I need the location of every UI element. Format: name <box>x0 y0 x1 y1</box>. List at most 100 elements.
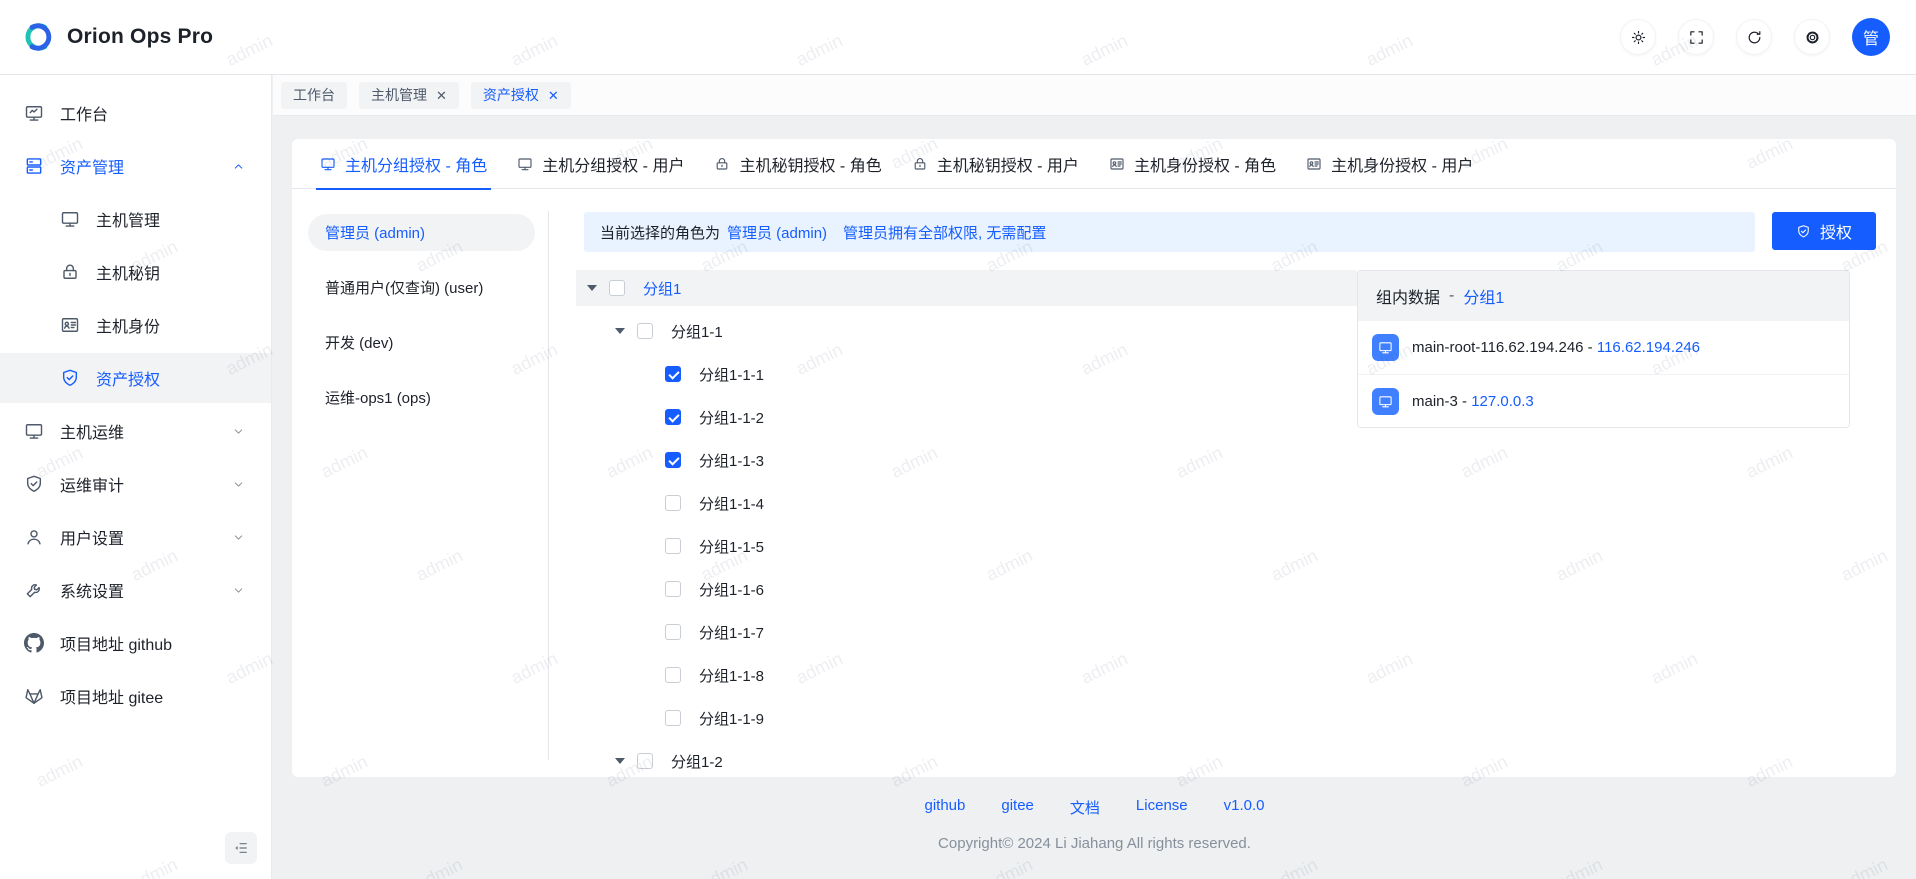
checkbox[interactable] <box>637 323 653 339</box>
fullscreen-icon <box>1688 29 1705 46</box>
tree-node-label[interactable]: 分组1-1-1 <box>699 364 764 385</box>
monitor-icon <box>1378 340 1393 355</box>
tab-identity-role[interactable]: 主机身份授权 - 角色 <box>1109 139 1276 189</box>
tab-label: 主机分组授权 - 角色 <box>345 152 487 176</box>
app-header: Orion Ops Pro 管 <box>0 0 1916 75</box>
sidebar-item-workbench[interactable]: 工作台 <box>0 88 271 138</box>
role-item[interactable]: 运维-ops1 (ops) <box>308 379 535 416</box>
footer-link-License[interactable]: License <box>1136 797 1188 818</box>
tab-label: 主机身份授权 - 角色 <box>1134 152 1276 176</box>
checkbox[interactable] <box>665 366 681 382</box>
refresh-button[interactable] <box>1736 19 1772 55</box>
caret-triangle <box>615 758 625 764</box>
tab-chip-label: 资产授权 <box>483 85 539 105</box>
checkbox[interactable] <box>665 624 681 640</box>
checkbox[interactable] <box>665 409 681 425</box>
host-name: main-root-116.62.194.246 <box>1412 339 1584 356</box>
fullscreen-button[interactable] <box>1678 19 1714 55</box>
sidebar-item-host-ops[interactable]: 主机运维 <box>0 406 271 456</box>
close-icon[interactable]: ✕ <box>436 89 447 102</box>
sidebar-item-assets[interactable]: 资产管理 <box>0 141 271 191</box>
caret-down-icon[interactable] <box>612 753 628 769</box>
theme-button[interactable] <box>1620 19 1656 55</box>
tree-node-label[interactable]: 分组1-1-5 <box>699 536 764 557</box>
tree-node-label[interactable]: 分组1 <box>643 278 681 299</box>
authorize-button[interactable]: 授权 <box>1772 212 1876 250</box>
sidebar-item-gitee[interactable]: 项目地址 gitee <box>0 671 271 721</box>
tab-identity-user[interactable]: 主机身份授权 - 用户 <box>1306 139 1473 189</box>
checkbox[interactable] <box>665 495 681 511</box>
card-body: 管理员 (admin) 普通用户(仅查询) (user) 开发 (dev) 运维-op… <box>292 189 1896 776</box>
tab-group-user[interactable]: 主机分组授权 - 用户 <box>517 139 684 189</box>
checkbox[interactable] <box>609 280 625 296</box>
close-icon[interactable]: ✕ <box>548 89 559 102</box>
tab-chip-workbench[interactable]: 工作台 <box>281 82 347 109</box>
role-item[interactable]: 开发 (dev) <box>308 324 535 361</box>
host-row[interactable]: main-root-116.62.194.246 - 116.62.194.24… <box>1358 321 1849 374</box>
host-separator: - <box>1584 339 1597 356</box>
caret-down-icon[interactable] <box>584 280 600 296</box>
checkbox[interactable] <box>665 452 681 468</box>
user-avatar[interactable]: 管 <box>1852 18 1890 56</box>
caret-spacer <box>640 495 656 511</box>
sidebar-item-label: 资产授权 <box>96 366 160 390</box>
tab-key-user[interactable]: 主机秘钥授权 - 用户 <box>912 139 1079 189</box>
sidebar-item-label: 运维审计 <box>60 472 124 496</box>
host-ip-link[interactable]: 127.0.0.3 <box>1471 393 1534 410</box>
tree-node-label[interactable]: 分组1-2 <box>671 751 723 772</box>
role-item[interactable]: 普通用户(仅查询) (user) <box>308 269 535 306</box>
footer-link-gitee[interactable]: gitee <box>1001 797 1034 818</box>
sidebar-item-github[interactable]: 项目地址 github <box>0 618 271 668</box>
footer-link-github[interactable]: github <box>925 797 966 818</box>
tree-node-label[interactable]: 分组1-1-6 <box>699 579 764 600</box>
tree-node-label[interactable]: 分组1-1-9 <box>699 708 764 729</box>
alert-prefix: 当前选择的角色为 <box>600 222 720 243</box>
checkbox[interactable] <box>665 710 681 726</box>
sidebar-item-host-management[interactable]: 主机管理 <box>0 194 271 244</box>
sidebar-item-label: 主机管理 <box>96 207 160 231</box>
tab-chip-host-management[interactable]: 主机管理✕ <box>359 82 459 109</box>
tree-row: 分组1-1 <box>576 313 1357 349</box>
authorize-button-label: 授权 <box>1820 219 1852 243</box>
tree-node-label[interactable]: 分组1-1-2 <box>699 407 764 428</box>
page-tabs: 主机分组授权 - 角色 主机分组授权 - 用户主机秘钥授权 - 角色 主机秘钥授权 … <box>292 139 1896 189</box>
role-item[interactable]: 管理员 (admin) <box>308 214 535 251</box>
tree-node-label[interactable]: 分组1-1 <box>671 321 723 342</box>
checkbox[interactable] <box>665 581 681 597</box>
host-row[interactable]: main-3 - 127.0.0.3 <box>1358 374 1849 427</box>
group-panel-separator: - <box>1449 287 1454 305</box>
idcard-icon <box>60 315 80 335</box>
sidebar-item-label: 系统设置 <box>60 578 124 602</box>
settings-button[interactable] <box>1794 19 1830 55</box>
sidebar-item-host-keys[interactable]: 主机秘钥 <box>0 247 271 297</box>
checkbox[interactable] <box>665 538 681 554</box>
sidebar-item-host-identity[interactable]: 主机身份 <box>0 300 271 350</box>
monitor-icon <box>24 421 44 441</box>
tree-node-label[interactable]: 分组1-1-4 <box>699 493 764 514</box>
tree-node-label[interactable]: 分组1-1-8 <box>699 665 764 686</box>
tab-label: 主机秘钥授权 - 用户 <box>937 152 1079 176</box>
group-panel-group-link[interactable]: 分组1 <box>1463 284 1504 308</box>
footer-link-v1.0.0[interactable]: v1.0.0 <box>1224 797 1265 818</box>
tab-key-role[interactable]: 主机秘钥授权 - 角色 <box>714 139 881 189</box>
tree-row: 分组1-1-9 <box>576 700 1357 736</box>
footer-link-文档[interactable]: 文档 <box>1070 797 1100 818</box>
host-icon <box>1372 388 1399 415</box>
tab-group-role[interactable]: 主机分组授权 - 角色 <box>320 139 487 189</box>
work-area: 当前选择的角色为 管理员 (admin) 管理员拥有全部权限, 无需配置 授权 … <box>576 212 1876 766</box>
checkbox[interactable] <box>665 667 681 683</box>
host-ip-link[interactable]: 116.62.194.246 <box>1597 339 1700 356</box>
caret-down-icon[interactable] <box>612 323 628 339</box>
sidebar-item-system-settings[interactable]: 系统设置 <box>0 565 271 615</box>
checkbox[interactable] <box>637 753 653 769</box>
sidebar-collapse-button[interactable] <box>225 832 257 864</box>
tree-node-label[interactable]: 分组1-1-7 <box>699 622 764 643</box>
sidebar-item-ops-audit[interactable]: 运维审计 <box>0 459 271 509</box>
sidebar-item-user-settings[interactable]: 用户设置 <box>0 512 271 562</box>
sidebar-item-asset-authorization[interactable]: 资产授权 <box>0 353 271 403</box>
tab-chip-asset-authorization[interactable]: 资产授权 ✕ <box>471 82 571 109</box>
header-actions: 管 <box>1620 18 1890 56</box>
tree-node-label[interactable]: 分组1-1-3 <box>699 450 764 471</box>
alert-role-link[interactable]: 管理员 (admin) <box>727 222 827 243</box>
copyright: Copyright© 2024 Li Jiahang All rights re… <box>273 835 1916 852</box>
